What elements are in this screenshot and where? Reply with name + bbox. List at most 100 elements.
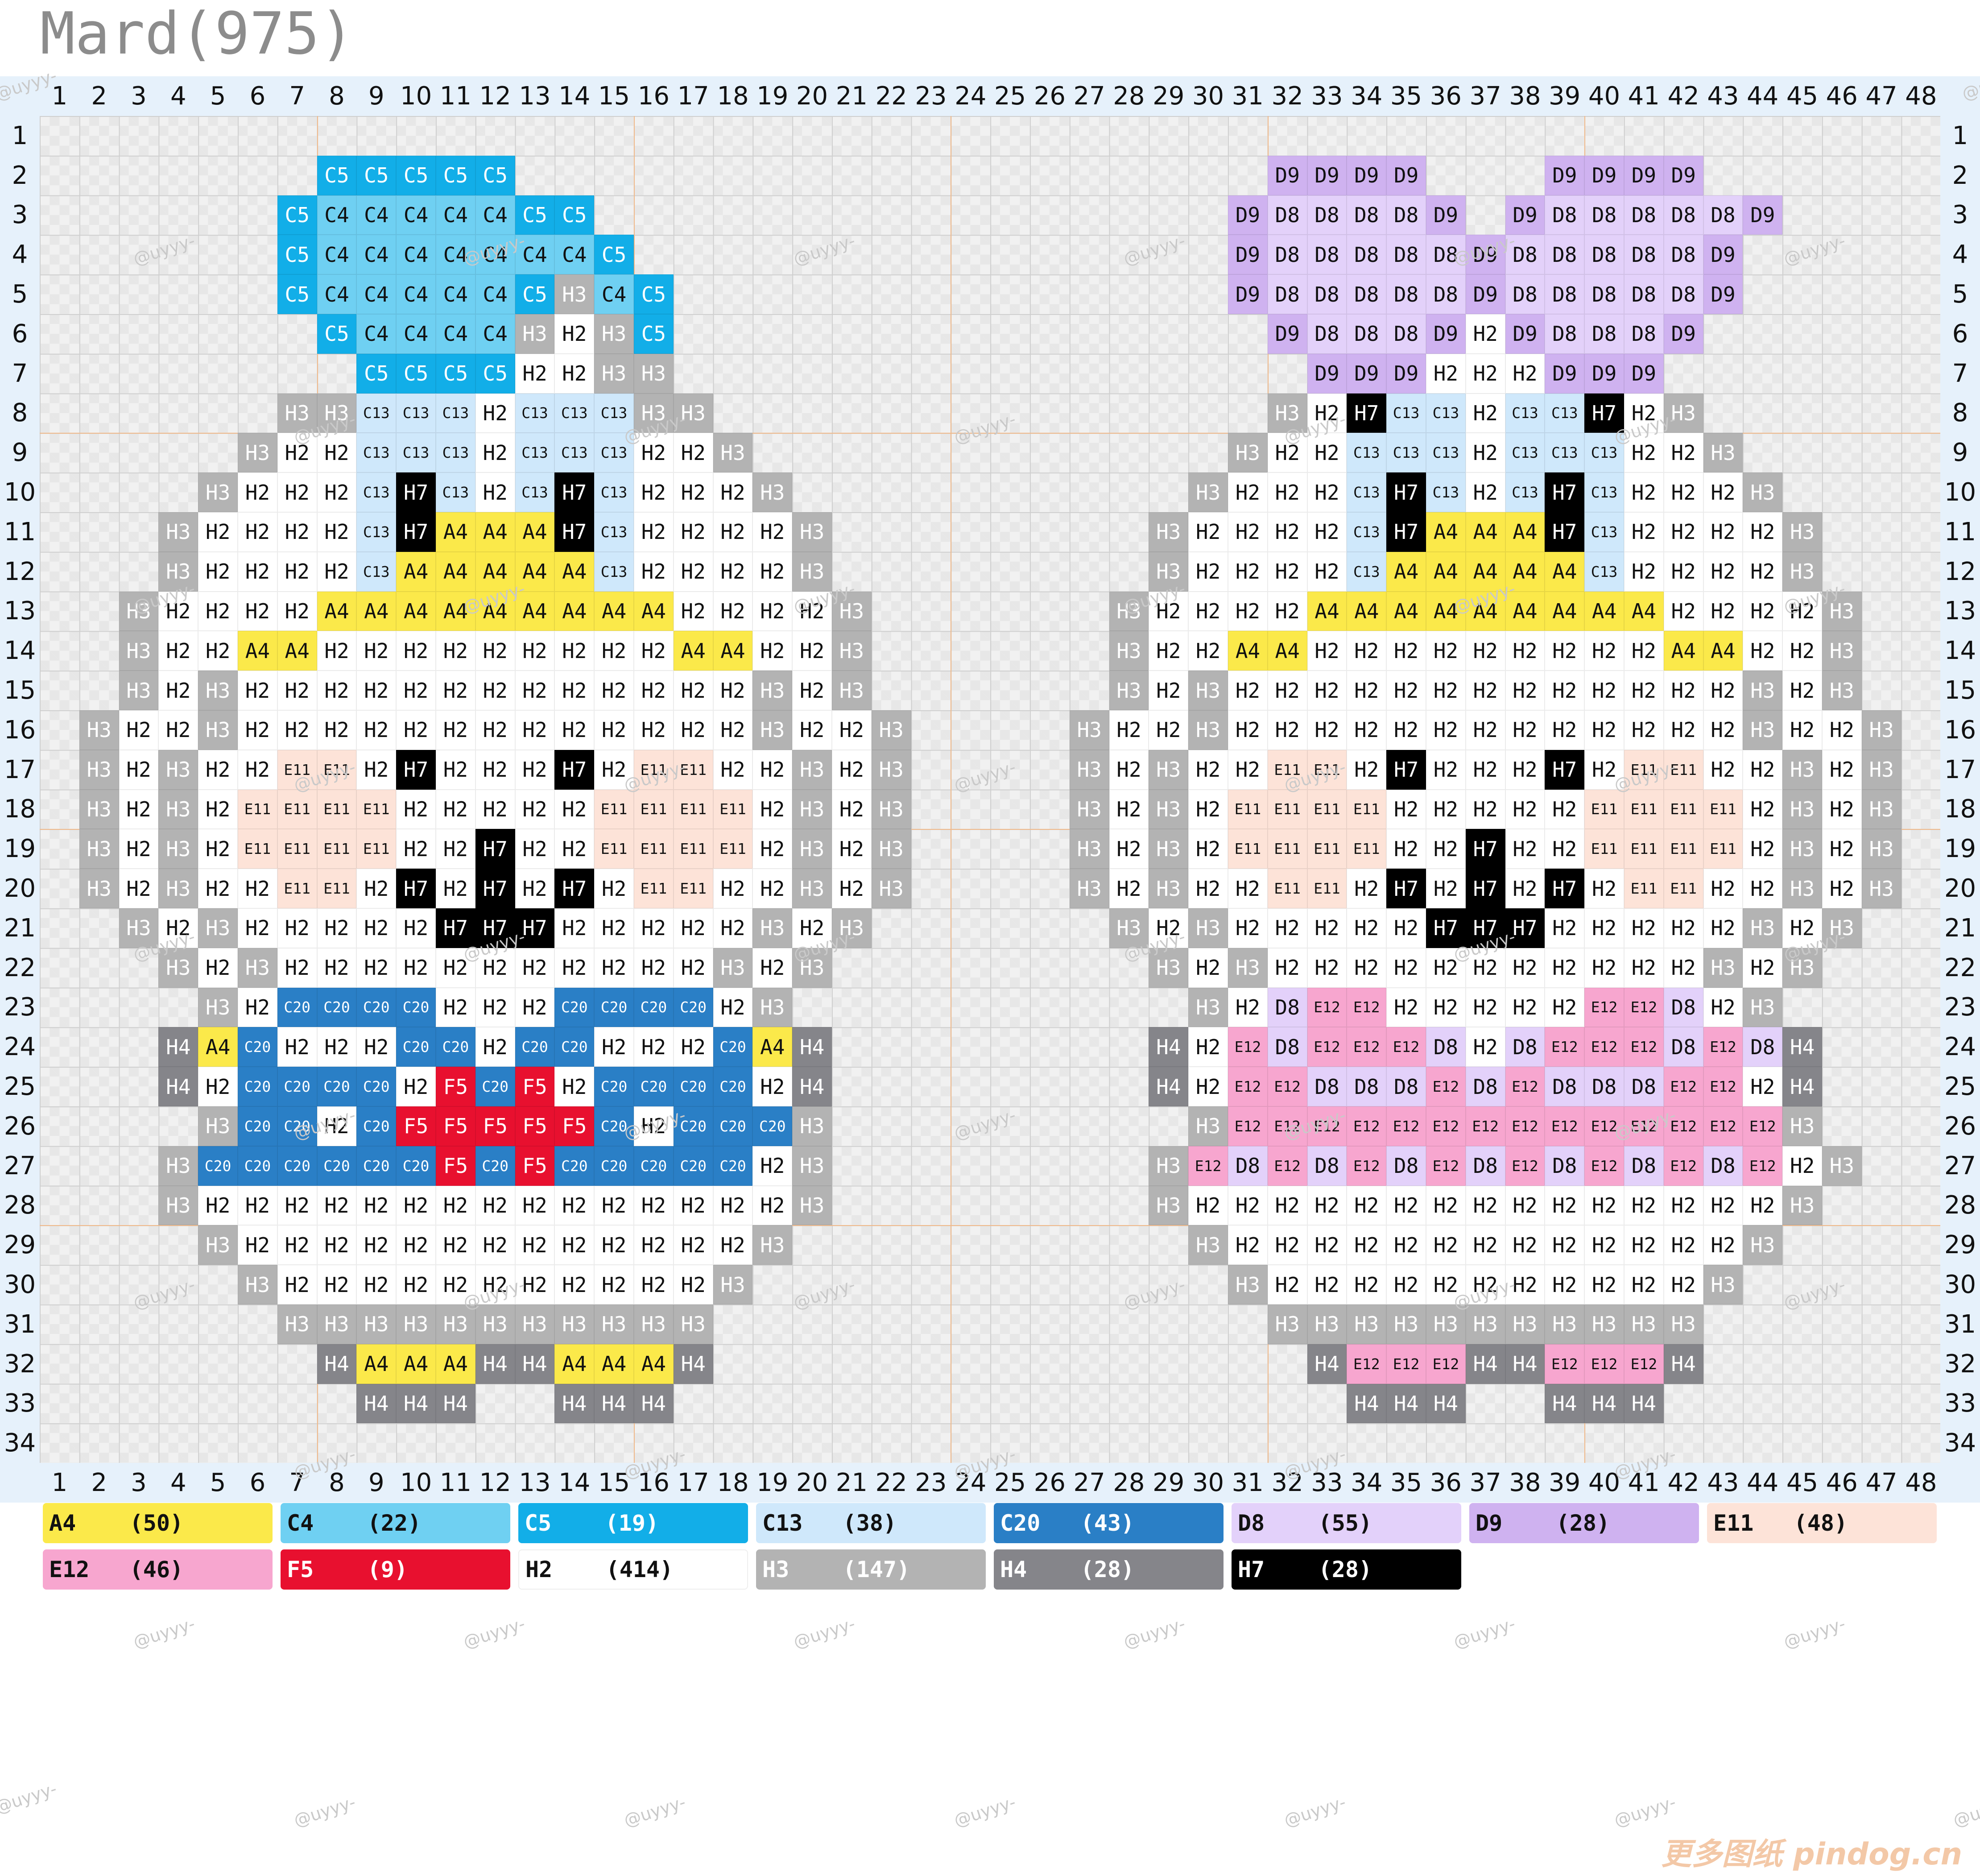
bead-cell: H4 xyxy=(1307,1344,1347,1384)
column-number: 31 xyxy=(1232,1468,1264,1497)
bead-cell: H2 xyxy=(752,829,793,869)
bead-cell: H2 xyxy=(396,908,436,948)
watermark-text: @uyyy- xyxy=(0,1779,59,1817)
bead-cell: C13 xyxy=(396,433,436,473)
bead-cell: H2 xyxy=(238,551,277,592)
bead-cell: C20 xyxy=(317,987,357,1027)
site-link[interactable]: 更多图纸 pindog.cn xyxy=(1661,1829,1962,1873)
bead-cell: H2 xyxy=(1386,631,1426,671)
bead-cell: D8 xyxy=(1267,987,1307,1027)
bead-cell: C20 xyxy=(634,987,674,1027)
bead-cell: E12 xyxy=(1188,1146,1228,1186)
bead-cell: E11 xyxy=(634,829,674,869)
bead-cell: H2 xyxy=(1426,631,1466,671)
row-number: 30 xyxy=(4,1270,36,1299)
bead-cell: H2 xyxy=(238,908,277,948)
bead-cell: E12 xyxy=(1584,1344,1624,1384)
bead-cell: H2 xyxy=(317,551,357,592)
bead-cell: H2 xyxy=(119,829,159,869)
bead-cell: H2 xyxy=(1545,908,1585,948)
bead-cell: H3 xyxy=(752,908,793,948)
row-number: 4 xyxy=(12,240,28,269)
bead-cell: H2 xyxy=(1624,512,1664,552)
bead-cell: H7 xyxy=(396,472,436,512)
bead-cell: H3 xyxy=(792,829,832,869)
bead-cell: A4 xyxy=(396,591,436,631)
bead-cell: H4 xyxy=(1584,1383,1624,1424)
bead-cell: C4 xyxy=(396,314,436,354)
bead-cell: E11 xyxy=(1267,829,1307,869)
bead-cell: H2 xyxy=(1307,908,1347,948)
bead-cell: H2 xyxy=(1663,1265,1703,1305)
bead-cell: D8 xyxy=(1465,1067,1505,1106)
bead-cell: H2 xyxy=(1307,1225,1347,1265)
bead-cell: C20 xyxy=(594,987,634,1027)
bead-cell: C5 xyxy=(634,274,674,314)
bead-cell: C13 xyxy=(1426,433,1466,473)
bead-cell: H2 xyxy=(356,869,397,908)
row-number: 28 xyxy=(4,1191,36,1220)
bead-cell: H2 xyxy=(752,1067,793,1106)
bead-cell: H2 xyxy=(1465,314,1505,354)
bead-cell: E11 xyxy=(277,869,317,908)
row-number: 1 xyxy=(1952,121,1968,150)
row-number: 26 xyxy=(4,1111,36,1141)
row-number: 22 xyxy=(1944,953,1976,982)
bead-cell: H2 xyxy=(119,789,159,829)
bead-cell: H2 xyxy=(396,1185,436,1226)
column-number: 26 xyxy=(1033,82,1066,111)
bead-cell: H2 xyxy=(1386,710,1426,750)
column-number: 6 xyxy=(249,1468,266,1497)
bead-grid: C5 C5 C5 C5 C5 D9 D9 D9 D9 D9 D9 D9 D9 C5 C4 C4 C4 C4 C4 C5… xyxy=(40,116,1940,1463)
bead-cell: H2 xyxy=(634,551,674,592)
bead-cell: H2 xyxy=(238,750,277,790)
bead-cell: H2 xyxy=(198,631,238,671)
bead-cell: C20 xyxy=(356,987,397,1027)
column-number: 22 xyxy=(875,1468,907,1497)
column-number: 20 xyxy=(796,1468,828,1497)
bead-cell: H2 xyxy=(356,710,397,750)
bead-cell: H2 xyxy=(1347,1185,1387,1226)
bead-cell: H2 xyxy=(594,710,634,750)
bead-cell: D9 xyxy=(1465,274,1505,314)
row-number: 17 xyxy=(1944,755,1976,784)
bead-cell: D9 xyxy=(1307,353,1347,393)
bead-cell: C4 xyxy=(317,195,357,235)
bead-cell: H2 xyxy=(1663,551,1703,592)
bead-cell: H2 xyxy=(1188,750,1228,790)
bead-cell: D9 xyxy=(1743,195,1783,235)
bead-cell: H7 xyxy=(1386,750,1426,790)
row-number: 19 xyxy=(1944,834,1976,864)
bead-cell: H2 xyxy=(713,671,753,710)
bead-cell: A4 xyxy=(1663,631,1703,671)
bead-cell: E12 xyxy=(1307,987,1347,1027)
row-number: 20 xyxy=(4,874,36,903)
bead-cell: H2 xyxy=(475,710,515,750)
bead-cell: H3 xyxy=(1861,710,1901,750)
bead-cell: H2 xyxy=(1426,1185,1466,1226)
bead-cell: D8 xyxy=(1584,195,1624,235)
bead-cell: H3 xyxy=(198,710,238,750)
bead-cell: A4 xyxy=(1505,512,1545,552)
bead-cell: H3 xyxy=(1465,1305,1505,1344)
bead-cell: E11 xyxy=(356,789,397,829)
bead-cell: H2 xyxy=(1188,948,1228,988)
legend-label: E12 (46) xyxy=(49,1557,184,1582)
bead-cell: H2 xyxy=(554,789,595,829)
bead-cell: D8 xyxy=(1505,274,1545,314)
bead-cell: H2 xyxy=(1505,948,1545,988)
pattern-title: Mard(975) xyxy=(40,0,355,67)
bead-cell: E11 xyxy=(1663,829,1703,869)
bead-cell: H2 xyxy=(356,1027,397,1067)
bead-cell: C5 xyxy=(396,155,436,195)
bead-cell: H2 xyxy=(436,671,475,710)
bead-cell: H2 xyxy=(1347,908,1387,948)
bead-cell: H2 xyxy=(1267,710,1307,750)
column-number: 43 xyxy=(1707,82,1739,111)
bead-cell: H2 xyxy=(752,512,793,552)
bead-cell: H2 xyxy=(1624,671,1664,710)
bead-cell: H3 xyxy=(79,789,119,829)
bead-cell: H2 xyxy=(1505,1185,1545,1226)
row-number: 8 xyxy=(1952,398,1968,428)
bead-cell: F5 xyxy=(515,1067,555,1106)
